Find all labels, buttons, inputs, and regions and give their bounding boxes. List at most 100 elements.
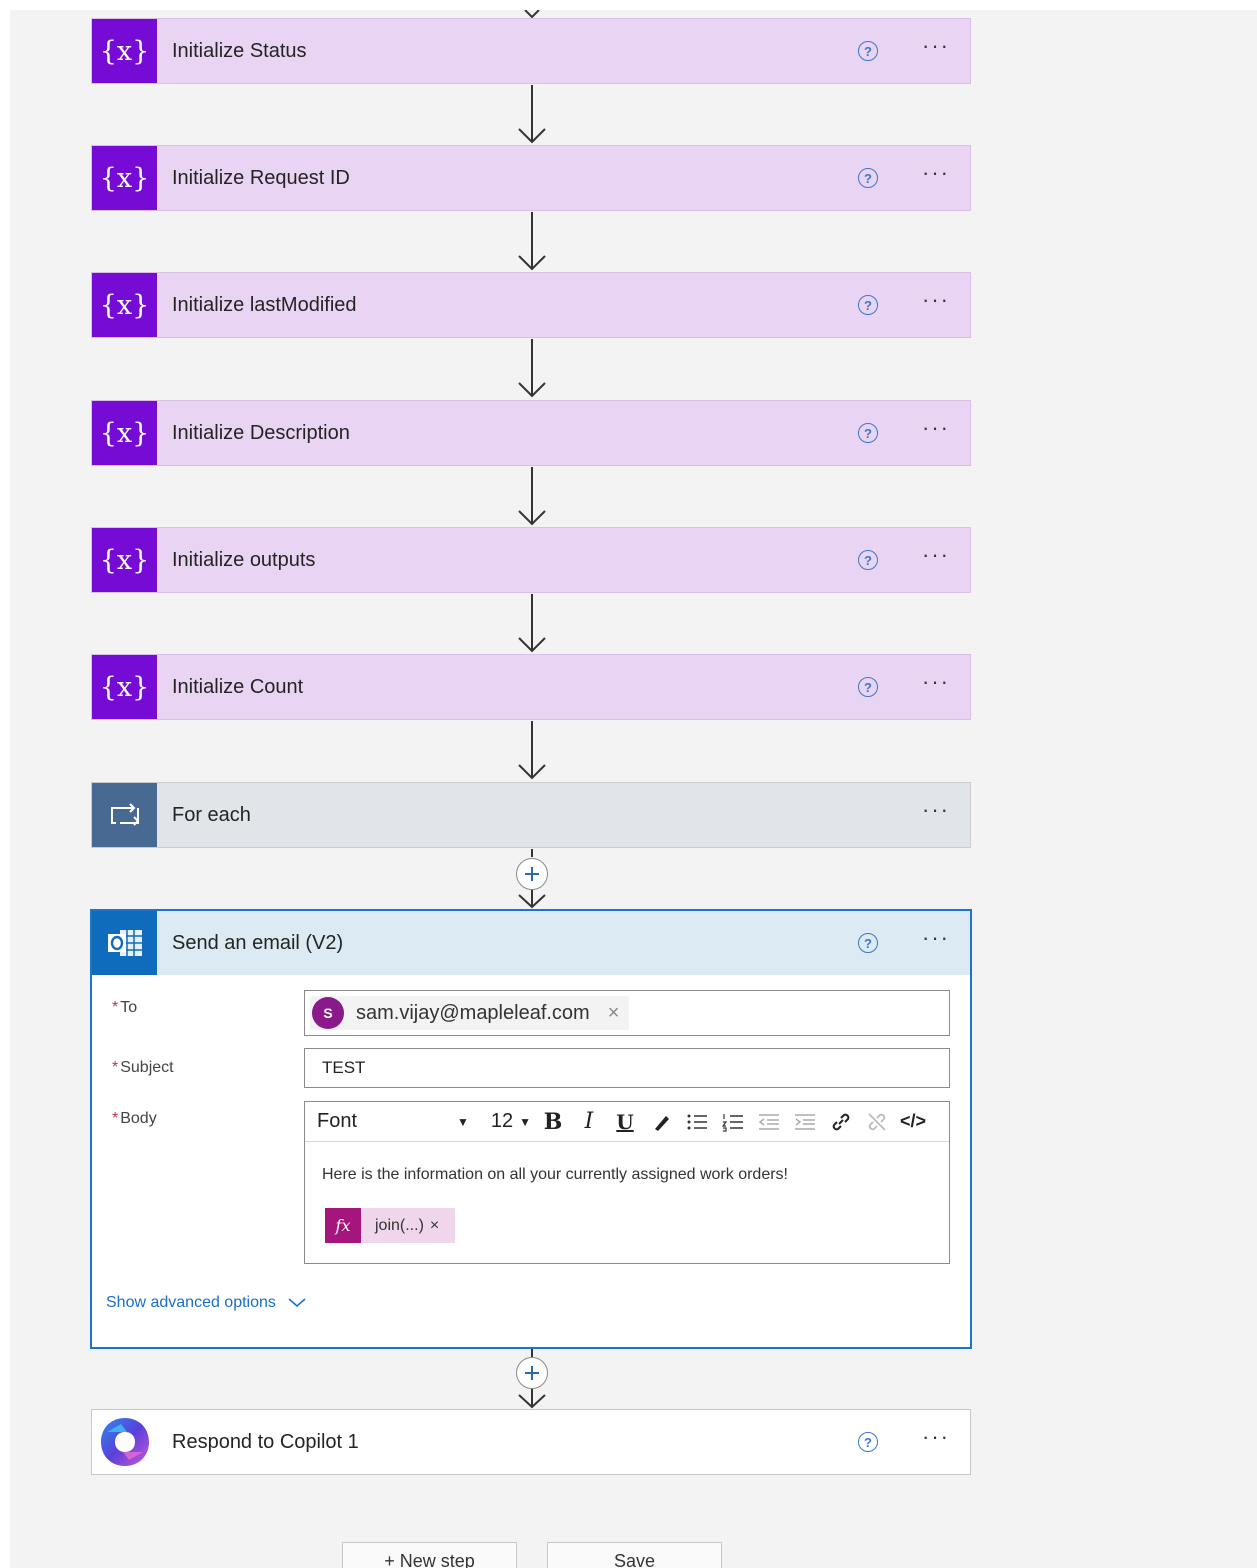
insert-step-button[interactable] [516,1357,548,1389]
rich-text-toolbar: Font ▼ 12 ▼ B I U </> [305,1102,949,1142]
help-button[interactable]: ? [856,273,880,337]
variable-icon: {x} [92,401,157,465]
help-button[interactable]: ? [856,1410,880,1474]
more-options-button[interactable]: ··· [916,783,956,847]
more-options-button[interactable]: ··· [916,1410,956,1474]
step-title: Initialize Description [172,421,350,444]
underline-button[interactable]: U [607,1110,643,1134]
font-select[interactable]: Font [317,1110,457,1133]
to-label: * To [112,999,138,1016]
save-button[interactable]: Save [547,1542,722,1568]
step-initialize-count[interactable]: {x} Initialize Count ? ··· [91,654,971,720]
bold-button[interactable]: B [535,1109,571,1135]
more-options-button[interactable]: ··· [916,273,956,337]
numbered-list-icon[interactable] [715,1112,751,1132]
plus-icon [525,1366,539,1380]
expression-token[interactable]: fx join(...) × [325,1208,456,1243]
more-options-button[interactable]: ··· [916,655,956,719]
help-icon: ? [858,677,878,697]
bullet-list-icon[interactable] [679,1112,715,1132]
variable-icon: {x} [92,528,157,592]
required-marker: * [112,1059,119,1076]
loop-icon [92,783,157,847]
help-button[interactable]: ? [856,146,880,210]
step-header[interactable]: Send an email (V2) ? ··· [92,911,970,975]
help-icon: ? [858,168,878,188]
help-icon: ? [858,550,878,570]
step-initialize-outputs[interactable]: {x} Initialize outputs ? ··· [91,527,971,593]
step-title: Respond to Copilot 1 [172,1430,359,1453]
connector-arrow [518,467,546,526]
help-button[interactable]: ? [856,19,880,83]
recipient-email: sam.vijay@mapleleaf.com [356,1001,590,1024]
remove-recipient-button[interactable]: × [608,1002,620,1025]
connector-arrow [518,212,546,271]
to-field[interactable]: S sam.vijay@mapleleaf.com × [304,990,950,1036]
step-initialize-request-id[interactable]: {x} Initialize Request ID ? ··· [91,145,971,211]
expression-label: join(...) [375,1216,424,1234]
step-send-email[interactable]: Send an email (V2) ? ··· * To S sam.vijay… [90,909,972,1349]
variable-icon: {x} [92,146,157,210]
body-label: * Body [112,1110,157,1127]
subject-field[interactable]: TEST [304,1048,950,1088]
help-icon: ? [858,295,878,315]
step-title: Initialize Status [172,39,307,62]
help-button[interactable]: ? [856,655,880,719]
decrease-indent-icon[interactable] [751,1112,787,1132]
help-icon: ? [858,423,878,443]
subject-label: * Subject [112,1059,174,1076]
connector-arrow [518,721,546,780]
help-button[interactable]: ? [856,528,880,592]
step-initialize-description[interactable]: {x} Initialize Description ? ··· [91,400,971,466]
step-title: Initialize Count [172,675,304,698]
variable-icon: {x} [92,273,157,337]
font-size-select[interactable]: 12 [491,1110,513,1133]
help-icon: ? [858,933,878,953]
show-advanced-options-link[interactable]: Show advanced options [106,1294,306,1312]
advanced-options-label: Show advanced options [106,1294,276,1311]
step-initialize-lastmodified[interactable]: {x} Initialize lastModified ? ··· [91,272,971,338]
outlook-icon [92,911,157,975]
more-options-button[interactable]: ··· [916,19,956,83]
connector-arrow [518,594,546,653]
help-button[interactable]: ? [856,911,880,975]
recipient-token[interactable]: S sam.vijay@mapleleaf.com × [310,996,630,1030]
required-marker: * [112,1110,119,1127]
body-editor[interactable]: Font ▼ 12 ▼ B I U </> Here is the inform… [304,1101,950,1264]
chevron-down-icon[interactable]: ▼ [519,1115,531,1129]
connector-arrow [518,85,546,144]
insert-step-button[interactable] [516,858,548,890]
more-options-button[interactable]: ··· [916,401,956,465]
step-title: Send an email (V2) [172,931,344,954]
increase-indent-icon[interactable] [787,1112,823,1132]
variable-icon: {x} [92,19,157,83]
italic-button[interactable]: I [571,1109,607,1134]
step-title: Initialize Request ID [172,166,350,189]
function-icon: fx [325,1208,361,1243]
more-options-button[interactable]: ··· [916,146,956,210]
help-button[interactable]: ? [856,401,880,465]
help-icon: ? [858,41,878,61]
step-title: Initialize lastModified [172,293,357,316]
link-icon[interactable] [823,1111,859,1133]
step-respond-to-copilot[interactable]: Respond to Copilot 1 ? ··· [91,1409,971,1475]
more-options-button[interactable]: ··· [916,911,956,975]
code-view-button[interactable]: </> [895,1111,931,1132]
connector-arrow [518,339,546,398]
help-icon: ? [858,1432,878,1452]
chevron-down-icon [288,1298,306,1307]
unlink-icon[interactable] [859,1111,895,1133]
step-title: For each [172,803,251,826]
plus-icon [525,867,539,881]
chevron-down-icon[interactable]: ▼ [457,1115,469,1129]
step-title: Initialize outputs [172,548,316,571]
variable-icon: {x} [92,655,157,719]
new-step-button[interactable]: + New step [342,1542,517,1568]
highlight-icon[interactable] [643,1112,679,1132]
remove-expression-button[interactable]: × [430,1208,455,1243]
step-for-each[interactable]: For each ··· [91,782,971,848]
step-initialize-status[interactable]: {x} Initialize Status ? ··· [91,18,971,84]
body-text[interactable]: Here is the information on all your curr… [322,1166,788,1184]
more-options-button[interactable]: ··· [916,528,956,592]
required-marker: * [112,999,119,1016]
